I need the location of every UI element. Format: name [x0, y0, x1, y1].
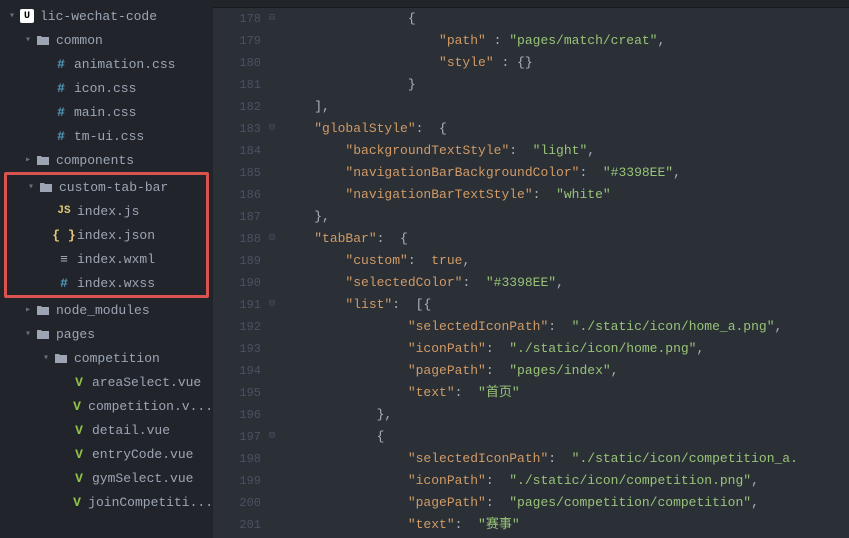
tree-label: index.json — [77, 228, 155, 243]
code-area[interactable]: 1781791801811821831841851861871881891901… — [213, 8, 849, 538]
vue-file-icon: V — [70, 495, 84, 510]
tree-file[interactable]: Vcompetition.v... — [0, 394, 213, 418]
vue-file-icon: V — [70, 447, 88, 462]
tree-folder-node-modules[interactable]: ▸ node_modules — [0, 298, 213, 322]
tree-folder-pages[interactable]: ▾ pages — [0, 322, 213, 346]
tree-label: components — [56, 153, 134, 168]
tree-label: entryCode.vue — [92, 447, 193, 462]
wxml-file-icon: ≡ — [55, 252, 73, 267]
folder-open-icon — [37, 181, 55, 193]
file-explorer[interactable]: ▾ U lic-wechat-code ▾ common # animation.… — [0, 0, 213, 538]
tree-file[interactable]: # index.wxss — [7, 271, 206, 295]
tree-label: pages — [56, 327, 95, 342]
editor-pane: 1781791801811821831841851861871881891901… — [213, 0, 849, 538]
chevron-down-icon: ▾ — [22, 328, 34, 340]
vue-file-icon: V — [70, 423, 88, 438]
tree-label: lic-wechat-code — [40, 9, 157, 24]
css-file-icon: # — [55, 276, 73, 291]
folder-open-icon — [34, 34, 52, 46]
folder-open-icon — [52, 352, 70, 364]
tree-file[interactable]: # tm-ui.css — [0, 124, 213, 148]
tree-label: detail.vue — [92, 423, 170, 438]
tree-label: gymSelect.vue — [92, 471, 193, 486]
vue-file-icon: V — [70, 399, 84, 414]
tree-label: competition — [74, 351, 160, 366]
tree-file[interactable]: # animation.css — [0, 52, 213, 76]
tree-file[interactable]: VjoinCompetiti... — [0, 490, 213, 514]
code-content[interactable]: { "path" : "pages/match/creat", "style" … — [283, 8, 849, 538]
css-file-icon: # — [52, 57, 70, 72]
line-number-gutter: 1781791801811821831841851861871881891901… — [213, 8, 269, 538]
tree-label: index.wxss — [77, 276, 155, 291]
folder-icon — [34, 154, 52, 166]
tree-file[interactable]: ≡ index.wxml — [7, 247, 206, 271]
project-icon: U — [18, 9, 36, 23]
tree-label: areaSelect.vue — [92, 375, 201, 390]
fold-gutter[interactable]: ⊟⊟⊟⊟⊟ — [269, 8, 283, 538]
tree-folder-common[interactable]: ▾ common — [0, 28, 213, 52]
chevron-right-icon: ▸ — [22, 154, 34, 166]
chevron-right-icon: ▸ — [22, 304, 34, 316]
tree-label: custom-tab-bar — [59, 180, 168, 195]
js-file-icon: JS — [55, 205, 73, 217]
tree-file[interactable]: { } index.json — [7, 223, 206, 247]
highlight-annotation: ▾ custom-tab-bar JS index.js { } index.jso… — [4, 172, 209, 298]
vue-file-icon: V — [70, 375, 88, 390]
tree-label: common — [56, 33, 103, 48]
tree-file[interactable]: JS index.js — [7, 199, 206, 223]
tree-file[interactable]: Vdetail.vue — [0, 418, 213, 442]
tree-file[interactable]: # main.css — [0, 100, 213, 124]
chevron-down-icon: ▾ — [25, 181, 37, 193]
tree-file[interactable]: # icon.css — [0, 76, 213, 100]
folder-open-icon — [34, 328, 52, 340]
chevron-down-icon: ▾ — [40, 352, 52, 364]
css-file-icon: # — [52, 105, 70, 120]
folder-icon — [34, 304, 52, 316]
tree-folder-components[interactable]: ▸ components — [0, 148, 213, 172]
tree-label: competition.v... — [88, 399, 213, 414]
tree-file[interactable]: VareaSelect.vue — [0, 370, 213, 394]
tree-root[interactable]: ▾ U lic-wechat-code — [0, 4, 213, 28]
tree-file[interactable]: VgymSelect.vue — [0, 466, 213, 490]
tree-file[interactable]: VentryCode.vue — [0, 442, 213, 466]
css-file-icon: # — [52, 129, 70, 144]
vue-file-icon: V — [70, 471, 88, 486]
chevron-down-icon: ▾ — [22, 34, 34, 46]
tree-label: tm-ui.css — [74, 129, 144, 144]
chevron-down-icon: ▾ — [6, 10, 18, 22]
tree-folder-custom-tab-bar[interactable]: ▾ custom-tab-bar — [7, 175, 206, 199]
tree-label: icon.css — [74, 81, 136, 96]
tree-label: joinCompetiti... — [88, 495, 213, 510]
css-file-icon: # — [52, 81, 70, 96]
tree-label: index.wxml — [77, 252, 155, 267]
tree-label: index.js — [77, 204, 139, 219]
json-file-icon: { } — [55, 228, 73, 243]
tree-label: node_modules — [56, 303, 150, 318]
editor-tabs[interactable] — [213, 0, 849, 8]
tree-label: main.css — [74, 105, 136, 120]
tree-label: animation.css — [74, 57, 175, 72]
tree-folder-competition[interactable]: ▾ competition — [0, 346, 213, 370]
